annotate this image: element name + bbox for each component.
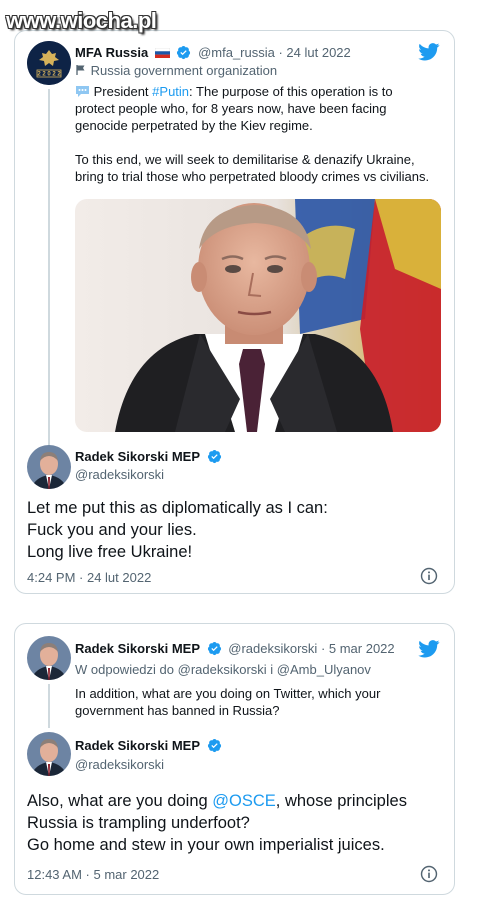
sikorski-avatar[interactable]: [27, 445, 71, 489]
sikorski-avatar[interactable]: [27, 636, 71, 680]
text-segment: President: [93, 84, 153, 99]
quoted-tweet-text: President #Putin: The purpose of this op…: [75, 83, 429, 185]
author-handle[interactable]: @radeksikorski: [75, 467, 164, 482]
text-line: Fuck you and your lies.: [27, 521, 197, 539]
government-flag-icon: [76, 65, 85, 75]
verified-badge-icon: [207, 738, 221, 753]
government-label: Russia government organization: [90, 63, 278, 78]
mention-osce-link[interactable]: @OSCE: [212, 792, 276, 810]
text-segment: Also, what are you doing: [27, 792, 213, 810]
tweet-date[interactable]: · 24 lut 2022: [278, 45, 350, 60]
tweet-timestamp[interactable]: 4:24 PM · 24 lut 2022: [27, 570, 151, 585]
replying-to-label: W odpowiedzi do: [75, 662, 178, 677]
embedded-tweet-card-1[interactable]: 2 2 0 2 2 MFA Russia @mfa_russia · 24 lu…: [14, 30, 455, 594]
verified-badge-icon: [207, 449, 221, 464]
text-line: Russia is trampling underfoot?: [27, 814, 250, 832]
author-name[interactable]: MFA Russia: [75, 45, 148, 60]
sikorski-avatar[interactable]: [27, 732, 71, 776]
thread-line: [48, 684, 50, 728]
verified-badge-icon: [177, 45, 191, 60]
reply-tweet-text: Let me put this as diplomatically as I c…: [27, 497, 328, 563]
tweet-timestamp[interactable]: 12:43 AM · 5 mar 2022: [27, 867, 159, 882]
watermark: www.wiocha.pl: [6, 8, 157, 33]
twitter-bird-icon[interactable]: [418, 43, 440, 61]
text-line: Let me put this as diplomatically as I c…: [27, 499, 328, 517]
author-name[interactable]: Radek Sikorski MEP: [75, 641, 200, 656]
text-line: bring to trial those who perpetrated blo…: [75, 169, 430, 184]
text-segment: , whose principles: [275, 792, 407, 810]
author-handle[interactable]: @radeksikorski: [228, 641, 317, 656]
text-line: To this end, we will seek to demilitaris…: [75, 152, 415, 167]
card-separator: [0, 603, 486, 616]
info-icon[interactable]: [420, 865, 438, 883]
text-line: protect people who, for 8 years now, hav…: [75, 101, 387, 116]
svg-text:2 2 0 2 2: 2 2 0 2 2: [37, 72, 61, 78]
text-line: genocide perpetrated by the Kiev regime.: [75, 118, 313, 133]
thread-line: [48, 89, 50, 449]
speech-bubble-icon: [76, 86, 89, 97]
text-line: Go home and stew in your own imperialist…: [27, 836, 385, 854]
reply-tweet-text: Also, what are you doing @OSCE, whose pr…: [27, 790, 407, 856]
verified-badge-icon: [207, 641, 221, 656]
author-name[interactable]: Radek Sikorski MEP: [75, 738, 200, 753]
info-icon[interactable]: [420, 567, 438, 585]
author-handle[interactable]: @radeksikorski: [75, 757, 164, 772]
text-line: government has banned in Russia?: [75, 703, 280, 718]
hashtag-putin-link[interactable]: #Putin: [152, 84, 189, 99]
tweet-date[interactable]: · 5 mar 2022: [321, 641, 395, 656]
quoted-tweet-text: In addition, what are you doing on Twitt…: [75, 685, 380, 719]
tweet-photo[interactable]: [75, 199, 441, 432]
russian-flag-icon: [154, 47, 171, 58]
replying-to-handles[interactable]: @radeksikorski i @Amb_Ulyanov: [178, 662, 371, 677]
author-handle[interactable]: @mfa_russia: [198, 45, 275, 60]
embedded-tweet-card-2[interactable]: Radek Sikorski MEP @radeksikorski · 5 ma…: [14, 623, 455, 895]
text-line: Long live free Ukraine!: [27, 543, 193, 561]
mfa-russia-avatar[interactable]: 2 2 0 2 2: [27, 41, 71, 85]
text-segment: : The purpose of this operation is to: [189, 84, 393, 99]
text-line: In addition, what are you doing on Twitt…: [75, 686, 381, 701]
author-name[interactable]: Radek Sikorski MEP: [75, 449, 200, 464]
twitter-bird-icon[interactable]: [418, 640, 440, 658]
